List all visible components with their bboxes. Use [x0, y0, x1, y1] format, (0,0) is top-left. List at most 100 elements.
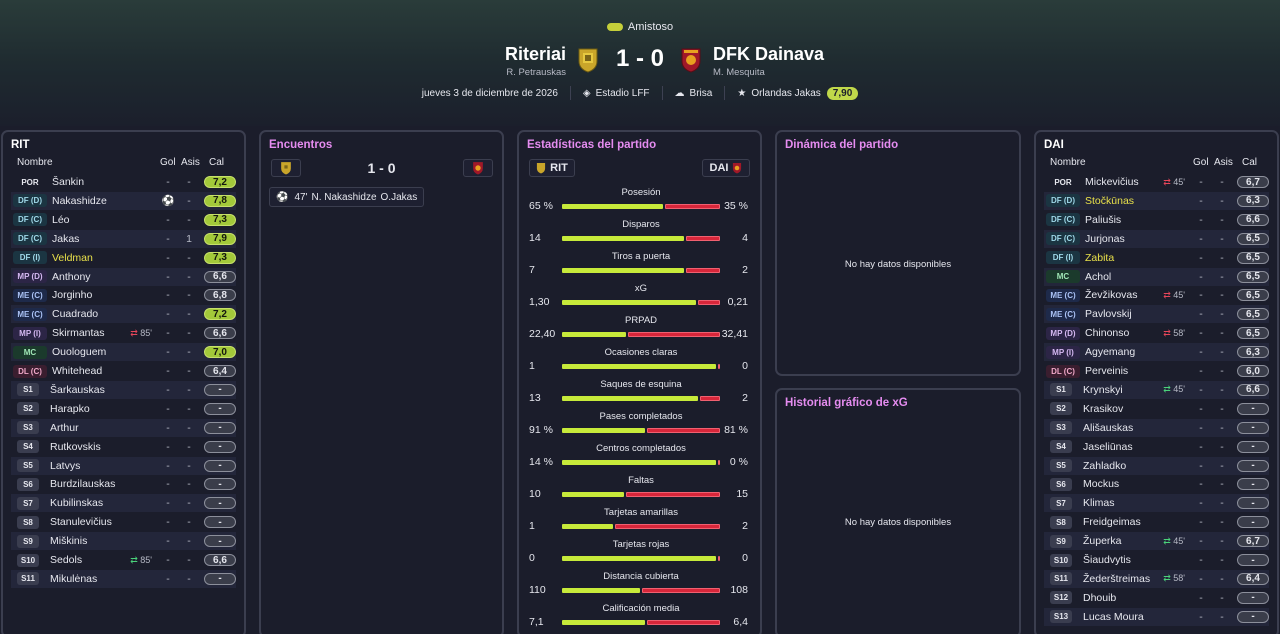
player-name[interactable]: Župerka [1083, 535, 1163, 547]
player-name[interactable]: Rutkovskis [50, 441, 158, 453]
player-row[interactable]: S2 Krasikov - - - [1044, 400, 1269, 418]
player-row[interactable]: DF (C) Jurjonas - -6,5 [1044, 229, 1269, 248]
player-row[interactable]: S6 Burdzilauskas - - - [11, 475, 236, 493]
col-name[interactable]: Nombre [1050, 157, 1086, 168]
player-name[interactable]: Mockus [1083, 478, 1191, 490]
player-row[interactable]: S9 Miškinis - - - [11, 532, 236, 551]
col-goals[interactable]: Gol [160, 157, 176, 168]
player-name[interactable]: Jorginho [52, 289, 158, 301]
player-name[interactable]: Šankin [52, 176, 158, 188]
player-row[interactable]: S4 Jaseliūnas - - - [1044, 438, 1269, 456]
player-name[interactable]: Ališauskas [1083, 422, 1191, 434]
player-name[interactable]: Stočkūnas [1085, 195, 1191, 207]
events-away-crest-button[interactable] [463, 159, 493, 177]
player-name[interactable]: Achol [1085, 271, 1191, 283]
player-row[interactable]: MC Ouologuem - -7,0 [11, 343, 236, 362]
player-row[interactable]: ME (C) Ževžikovas ⇄ 45' - -6,5 [1044, 286, 1269, 304]
player-row[interactable]: DL (C) Perveinis - -6,0 [1044, 362, 1269, 380]
player-row[interactable]: S5 Latvys - - - [11, 456, 236, 475]
stats-home-button[interactable]: RIT [529, 159, 575, 177]
player-of-match[interactable]: ★ Orlandas Jakas 7,90 [724, 86, 870, 100]
player-row[interactable]: S8 Stanulevičius - - - [11, 513, 236, 531]
player-name[interactable]: Agyemang [1085, 346, 1191, 358]
player-name[interactable]: Sedols [50, 554, 130, 566]
player-name[interactable]: Jakas [52, 233, 158, 245]
player-name[interactable]: Freidgeimas [1083, 516, 1191, 528]
away-manager[interactable]: M. Mesquita [713, 67, 765, 78]
player-name[interactable]: Pavlovskij [1085, 308, 1191, 320]
player-name[interactable]: Kubilinskas [50, 497, 158, 509]
player-name[interactable]: Harapko [50, 403, 158, 415]
player-row[interactable]: S12 Dhouib - - - [1044, 589, 1269, 607]
player-row[interactable]: S13 Lucas Moura - - - [1044, 607, 1269, 626]
home-team-name[interactable]: Riteriai [505, 44, 566, 65]
col-name[interactable]: Nombre [17, 157, 53, 168]
player-name[interactable]: Miškinis [50, 535, 158, 547]
player-name[interactable]: Klimas [1083, 497, 1191, 509]
goal-event[interactable]: ⚽ 47' N. Nakashidze O.Jakas [269, 187, 425, 207]
player-row[interactable]: DF (C) Léo - -7,3 [11, 211, 236, 229]
player-name[interactable]: Lucas Moura [1083, 611, 1191, 623]
player-row[interactable]: S3 Arthur - - - [11, 418, 236, 437]
player-row[interactable]: S5 Zahladko - - - [1044, 456, 1269, 475]
player-row[interactable]: S10 Šiaudvytis - - - [1044, 551, 1269, 569]
player-row[interactable]: POR Mickevičius ⇄ 45' - - 6,7 [1044, 173, 1269, 191]
player-row[interactable]: ME (C) Pavlovskij - -6,5 [1044, 305, 1269, 324]
player-row[interactable]: DF (D) Nakashidze ⚽ -7,8 [11, 191, 236, 210]
player-name[interactable]: Mikulėnas [50, 573, 158, 585]
player-name[interactable]: Nakashidze [52, 195, 158, 207]
player-name[interactable]: Ževžikovas [1085, 289, 1163, 301]
player-name[interactable]: Léo [52, 214, 158, 226]
player-name[interactable]: Anthony [52, 271, 158, 283]
player-name[interactable]: Chinonso [1085, 327, 1163, 339]
player-row[interactable]: S11 Mikulėnas - - - [11, 569, 236, 588]
player-name[interactable]: Dhouib [1083, 592, 1191, 604]
player-name[interactable]: Stanulevičius [50, 516, 158, 528]
player-name[interactable]: Perveinis [1085, 365, 1191, 377]
away-team-name[interactable]: DFK Dainava [713, 44, 824, 65]
player-row[interactable]: MP (D) Chinonso ⇄ 58' - -6,5 [1044, 324, 1269, 342]
player-name[interactable]: Veldman [52, 252, 158, 264]
player-row[interactable]: DL (C) Whitehead - -6,4 [11, 362, 236, 380]
player-name[interactable]: Krasikov [1083, 403, 1191, 415]
player-name[interactable]: Mickevičius [1085, 176, 1163, 188]
player-row[interactable]: DF (D) Stočkūnas - -6,3 [1044, 191, 1269, 210]
player-name[interactable]: Žederštreimas [1083, 573, 1163, 585]
player-name[interactable]: Paliušis [1085, 214, 1191, 226]
home-manager[interactable]: R. Petrauskas [506, 67, 566, 78]
player-row[interactable]: S4 Rutkovskis - - - [11, 438, 236, 456]
player-row[interactable]: S6 Mockus - - - [1044, 475, 1269, 493]
player-name[interactable]: Šiaudvytis [1083, 554, 1191, 566]
player-row[interactable]: DF (I) Veldman - -7,3 [11, 249, 236, 267]
player-name[interactable]: Jurjonas [1085, 233, 1191, 245]
player-row[interactable]: S1 Šarkauskas - - - [11, 380, 236, 399]
col-assists[interactable]: Asis [181, 157, 200, 168]
player-row[interactable]: S7 Klimas - - - [1044, 494, 1269, 513]
player-row[interactable]: S10 Sedols ⇄ 85' - - 6,6 [11, 551, 236, 569]
player-name[interactable]: Krynskyi [1083, 384, 1163, 396]
stats-away-button[interactable]: DAI [702, 159, 750, 177]
player-row[interactable]: MP (D) Anthony - -6,6 [11, 267, 236, 286]
player-name[interactable]: Jaseliūnas [1083, 441, 1191, 453]
player-row[interactable]: DF (I) Zabita - -6,5 [1044, 249, 1269, 267]
player-name[interactable]: Whitehead [52, 365, 158, 377]
col-rating[interactable]: Cal [1242, 157, 1257, 168]
player-row[interactable]: S9 Župerka ⇄ 45' - -6,7 [1044, 532, 1269, 551]
player-name[interactable]: Cuadrado [52, 308, 158, 320]
player-row[interactable]: ME (C) Jorginho - -6,8 [11, 286, 236, 304]
col-assists[interactable]: Asis [1214, 157, 1233, 168]
player-row[interactable]: S2 Harapko - - - [11, 400, 236, 418]
player-name[interactable]: Ouologuem [52, 346, 158, 358]
player-row[interactable]: DF (C) Paliušis - -6,6 [1044, 211, 1269, 229]
player-name[interactable]: Šarkauskas [50, 384, 158, 396]
player-name[interactable]: Latvys [50, 460, 158, 472]
player-row[interactable]: DF (C) Jakas - 1 7,9 [11, 229, 236, 248]
player-row[interactable]: MC Achol - -6,5 [1044, 267, 1269, 286]
player-row[interactable]: MP (I) Agyemang - -6,3 [1044, 343, 1269, 362]
col-rating[interactable]: Cal [209, 157, 224, 168]
player-row[interactable]: ME (C) Cuadrado - -7,2 [11, 305, 236, 324]
player-name[interactable]: Arthur [50, 422, 158, 434]
player-row[interactable]: S1 Krynskyi ⇄ 45' - -6,6 [1044, 380, 1269, 399]
player-row[interactable]: S7 Kubilinskas - - - [11, 494, 236, 513]
stadium[interactable]: ◈ Estadio LFF [569, 86, 662, 100]
